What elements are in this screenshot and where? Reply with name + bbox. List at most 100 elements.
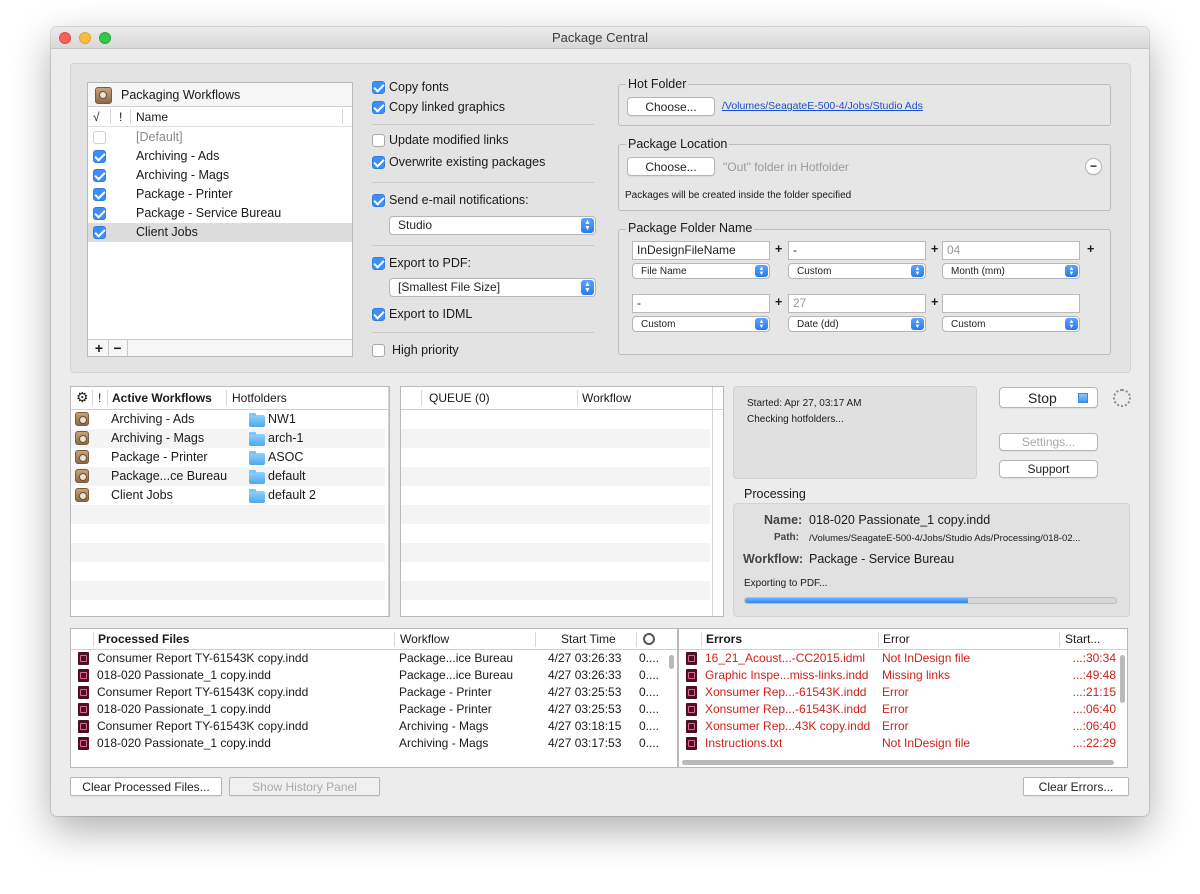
folder-name-field[interactable]: 04 bbox=[942, 241, 1080, 260]
send-email-checkbox[interactable] bbox=[372, 194, 385, 207]
col-processed-files[interactable]: Processed Files bbox=[98, 632, 189, 646]
folder-name-token-select[interactable]: Month (mm) ▲ ▼ bbox=[942, 263, 1080, 279]
package-location-choose-button[interactable]: Choose... bbox=[627, 157, 715, 176]
clock-icon[interactable] bbox=[643, 633, 655, 645]
error-row[interactable]: Graphic Inspe...miss-links.indd Missing l… bbox=[679, 667, 1118, 684]
processed-file-row[interactable]: Consumer Report TY-61543K copy.indd Packa… bbox=[71, 684, 669, 701]
processed-file-row[interactable]: Consumer Report TY-61543K copy.indd Archi… bbox=[71, 718, 669, 735]
export-pdf-checkbox[interactable] bbox=[372, 257, 385, 270]
col-queue-workflow[interactable]: Workflow bbox=[582, 391, 631, 405]
workflow-row[interactable]: Archiving - Ads bbox=[88, 147, 352, 166]
processed-scrollbar[interactable] bbox=[669, 655, 674, 669]
hot-folder-choose-button[interactable]: Choose... bbox=[627, 97, 715, 116]
add-token-plus-icon[interactable]: + bbox=[775, 295, 782, 309]
folder-name-field[interactable]: - bbox=[788, 241, 926, 260]
col-processed-start[interactable]: Start Time bbox=[561, 632, 616, 646]
workflow-enabled-checkbox[interactable] bbox=[93, 169, 106, 182]
col-flag[interactable]: ! bbox=[119, 110, 122, 124]
add-token-plus-icon[interactable]: + bbox=[931, 242, 938, 256]
export-idml-checkbox[interactable] bbox=[372, 308, 385, 321]
active-workflow-row[interactable]: Package...ce Bureau default bbox=[71, 467, 385, 486]
folder-name-token-select[interactable]: File Name ▲ ▼ bbox=[632, 263, 770, 279]
path-part-jobs[interactable]: /Jobs bbox=[845, 100, 870, 112]
hotfolder-name[interactable]: default 2 bbox=[268, 487, 316, 504]
active-workflow-row[interactable]: Archiving - Mags arch-1 bbox=[71, 429, 385, 448]
settings-button[interactable]: Settings... bbox=[999, 433, 1098, 451]
processed-file-row[interactable]: 018-020 Passionate_1 copy.indd Package - … bbox=[71, 701, 669, 718]
email-recipient-select[interactable]: Studio ▲ ▼ bbox=[389, 216, 596, 235]
show-history-panel-button[interactable]: Show History Panel bbox=[229, 777, 380, 796]
close-window-button[interactable] bbox=[59, 32, 71, 44]
package-location-remove-button[interactable]: − bbox=[1085, 158, 1102, 175]
active-workflow-row[interactable] bbox=[71, 562, 385, 581]
col-name[interactable]: Name bbox=[136, 110, 168, 124]
error-row[interactable]: 16_21_Acoust...-CC2015.idml Not InDesign … bbox=[679, 650, 1118, 667]
add-token-plus-icon[interactable]: + bbox=[1087, 242, 1094, 256]
stop-button[interactable]: Stop bbox=[999, 387, 1098, 408]
error-row[interactable]: Xonsumer Rep...-61543K.indd Error ...:21:1… bbox=[679, 684, 1118, 701]
high-priority-checkbox[interactable] bbox=[372, 344, 385, 357]
copy-fonts-checkbox[interactable] bbox=[372, 81, 385, 94]
workflow-enabled-checkbox[interactable] bbox=[93, 131, 106, 144]
gear-icon[interactable]: ⚙ bbox=[76, 389, 89, 406]
clear-processed-files-button[interactable]: Clear Processed Files... bbox=[70, 777, 222, 796]
folder-name-token-select[interactable]: Date (dd) ▲ ▼ bbox=[788, 316, 926, 332]
add-token-plus-icon[interactable]: + bbox=[931, 295, 938, 309]
col-check[interactable]: √ bbox=[93, 110, 100, 124]
errors-hscrollbar[interactable] bbox=[682, 760, 1114, 765]
error-row[interactable]: Xonsumer Rep...-61543K.indd Error ...:06:4… bbox=[679, 701, 1118, 718]
clear-errors-button[interactable]: Clear Errors... bbox=[1023, 777, 1129, 796]
folder-name-token-select[interactable]: Custom ▲ ▼ bbox=[942, 316, 1080, 332]
update-modified-links-checkbox[interactable] bbox=[372, 134, 385, 147]
processed-file-row[interactable]: 018-020 Passionate_1 copy.indd Archiving … bbox=[71, 735, 669, 752]
error-row[interactable]: Instructions.txt Not InDesign file ...:22:… bbox=[679, 735, 1118, 752]
workflow-enabled-checkbox[interactable] bbox=[93, 226, 106, 239]
col-active-workflows[interactable]: Active Workflows bbox=[112, 391, 212, 405]
pdf-preset-select[interactable]: [Smallest File Size] ▲ ▼ bbox=[389, 278, 596, 297]
workflow-row[interactable]: Package - Service Bureau bbox=[88, 204, 352, 223]
col-active-flag[interactable]: ! bbox=[98, 391, 101, 405]
processed-file-row[interactable]: 018-020 Passionate_1 copy.indd Package...… bbox=[71, 667, 669, 684]
processed-file-row[interactable]: Consumer Report TY-61543K copy.indd Packa… bbox=[71, 650, 669, 667]
path-part-volumes[interactable]: /Volumes bbox=[722, 100, 765, 112]
active-workflow-row[interactable] bbox=[71, 505, 385, 524]
copy-linked-graphics-checkbox[interactable] bbox=[372, 101, 385, 114]
active-workflow-row[interactable] bbox=[71, 524, 385, 543]
remove-workflow-button[interactable]: − bbox=[109, 340, 126, 356]
workflow-row[interactable]: Package - Printer bbox=[88, 185, 352, 204]
folder-name-field[interactable]: InDesignFileName bbox=[632, 241, 770, 260]
hotfolder-name[interactable]: default bbox=[268, 468, 306, 485]
workflow-row[interactable]: Client Jobs bbox=[88, 223, 352, 242]
active-workflow-row[interactable]: Archiving - Ads NW1 bbox=[71, 410, 385, 429]
col-error-type[interactable]: Error bbox=[883, 632, 910, 646]
minimize-window-button[interactable] bbox=[79, 32, 91, 44]
active-workflow-row[interactable]: Client Jobs default 2 bbox=[71, 486, 385, 505]
workflow-enabled-checkbox[interactable] bbox=[93, 207, 106, 220]
folder-name-field[interactable]: - bbox=[632, 294, 770, 313]
hotfolder-name[interactable]: arch-1 bbox=[268, 430, 303, 447]
folder-name-token-select[interactable]: Custom ▲ ▼ bbox=[632, 316, 770, 332]
add-token-plus-icon[interactable]: + bbox=[775, 242, 782, 256]
active-workflow-row[interactable]: Package - Printer ASOC bbox=[71, 448, 385, 467]
folder-name-field[interactable] bbox=[942, 294, 1080, 313]
folder-name-field[interactable]: 27 bbox=[788, 294, 926, 313]
active-workflow-row[interactable] bbox=[71, 543, 385, 562]
add-workflow-button[interactable]: + bbox=[91, 340, 107, 356]
hot-folder-path[interactable]: /Volumes/SeagateE-500-4/Jobs/Studio Ads bbox=[722, 100, 923, 112]
support-button[interactable]: Support bbox=[999, 460, 1098, 478]
active-workflow-row[interactable] bbox=[71, 600, 385, 619]
workflow-enabled-checkbox[interactable] bbox=[93, 188, 106, 201]
workflow-row[interactable]: [Default] bbox=[88, 128, 352, 147]
col-hotfolders[interactable]: Hotfolders bbox=[232, 391, 287, 405]
path-part-drive[interactable]: /SeagateE-500-4 bbox=[765, 100, 844, 112]
overwrite-packages-checkbox[interactable] bbox=[372, 156, 385, 169]
active-workflow-row[interactable] bbox=[71, 581, 385, 600]
workflow-row[interactable]: Archiving - Mags bbox=[88, 166, 352, 185]
hotfolder-name[interactable]: ASOC bbox=[268, 449, 303, 466]
path-part-studio-ads[interactable]: /Studio Ads bbox=[870, 100, 923, 112]
col-error-start[interactable]: Start... bbox=[1065, 632, 1100, 646]
error-row[interactable]: Xonsumer Rep...43K copy.indd Error ...:06:… bbox=[679, 718, 1118, 735]
folder-name-token-select[interactable]: Custom ▲ ▼ bbox=[788, 263, 926, 279]
zoom-window-button[interactable] bbox=[99, 32, 111, 44]
col-queue[interactable]: QUEUE (0) bbox=[429, 391, 490, 405]
